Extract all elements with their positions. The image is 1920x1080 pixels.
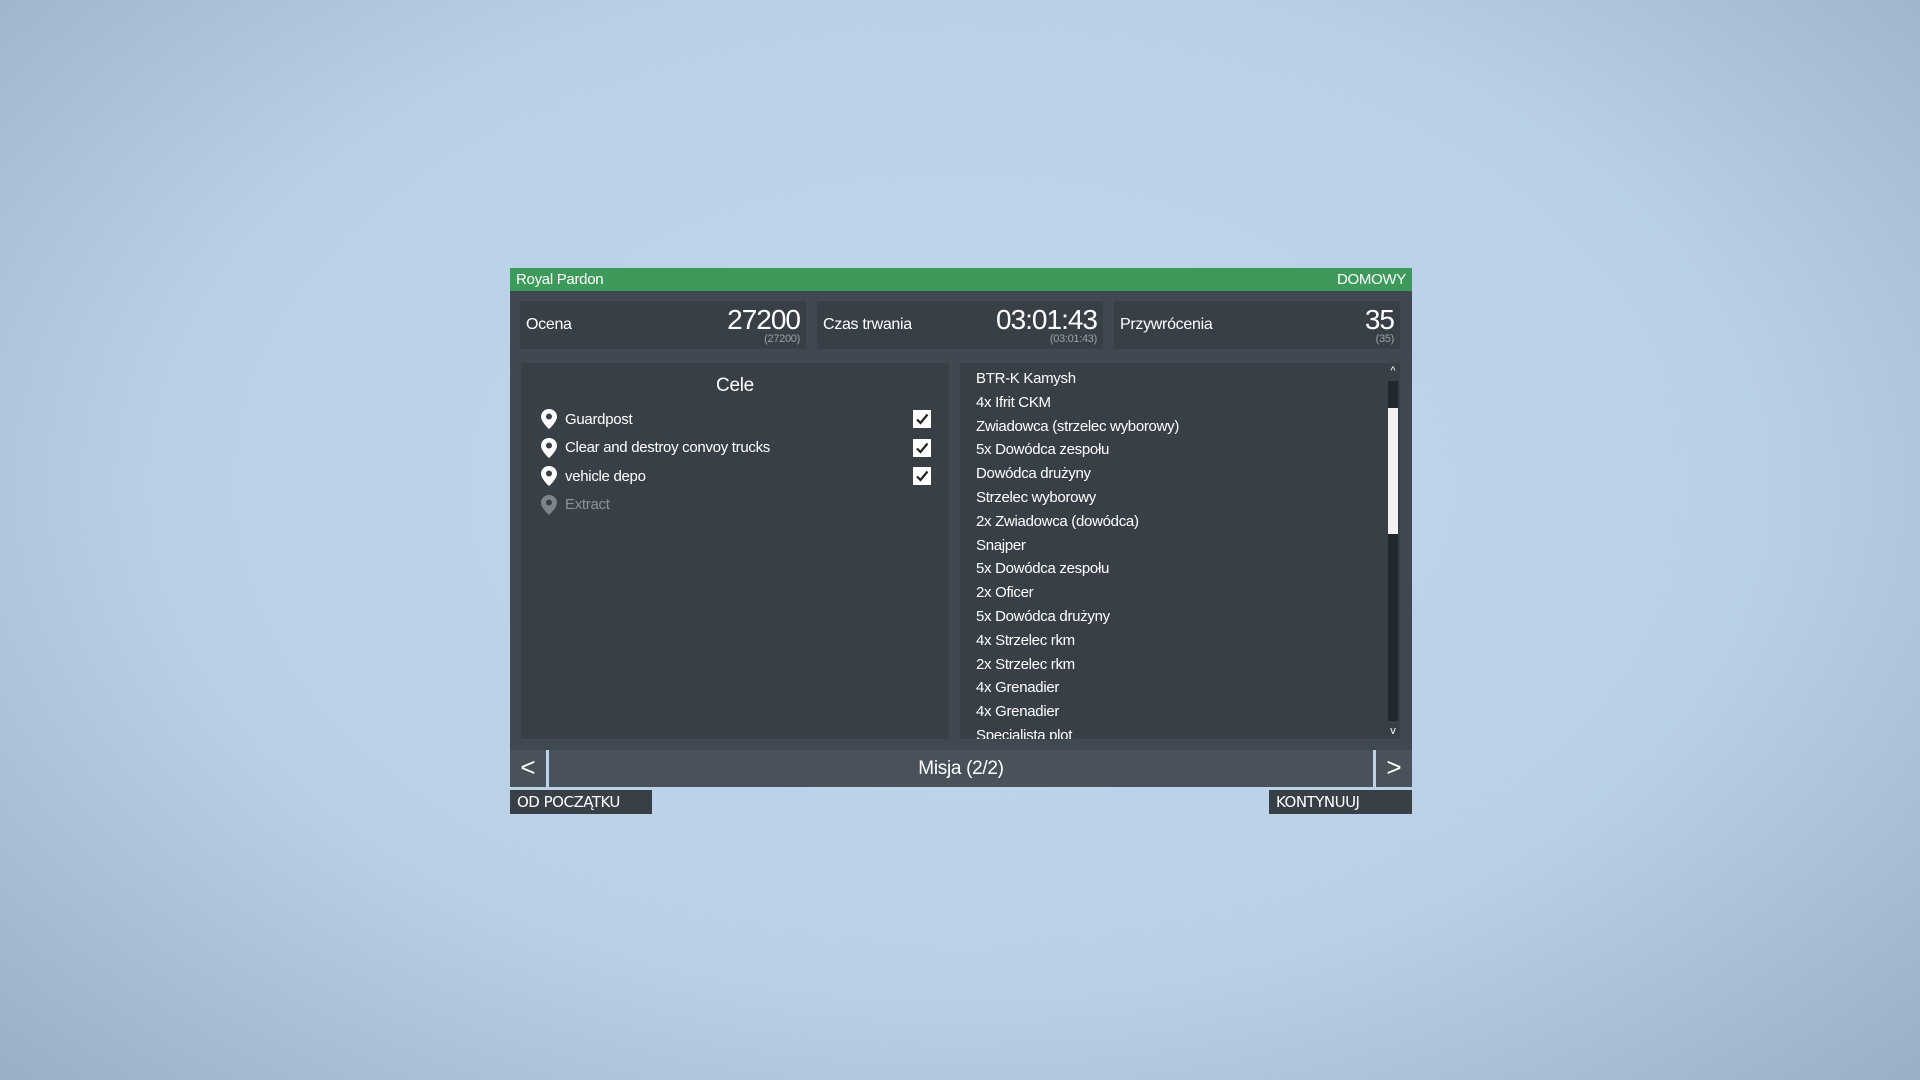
scroll-track[interactable] xyxy=(1388,381,1398,721)
unit-list-item: 4x Grenadier xyxy=(976,679,1060,697)
units-scrollbar[interactable]: ^ v xyxy=(1386,363,1400,739)
scroll-thumb[interactable] xyxy=(1388,408,1398,534)
respawns-stat: Przywrócenia 35 (35) xyxy=(1114,301,1400,349)
unit-list-item: 4x Ifrit CKM xyxy=(976,393,1051,411)
unit-list-item: 5x Dowódca zespołu xyxy=(976,560,1110,578)
next-mission-button[interactable]: > xyxy=(1376,750,1412,787)
objective-item: Extract xyxy=(541,493,931,517)
mission-counter: Misja (2/2) xyxy=(549,750,1373,787)
respawns-value: 35 xyxy=(1364,304,1395,335)
continue-button[interactable]: KONTYNUUJ xyxy=(1269,790,1412,814)
game-mode: DOMOWY xyxy=(1336,271,1406,288)
duration-sub: (03:01:43) xyxy=(1049,333,1097,345)
score-value: 27200 xyxy=(727,304,801,335)
duration-value: 03:01:43 xyxy=(996,304,1098,335)
duration-stat: Czas trwania 03:01:43 (03:01:43) xyxy=(817,301,1103,349)
objective-label: Clear and destroy convoy trucks xyxy=(565,439,770,456)
unit-list-item: 2x Zwiadowca (dowódca) xyxy=(976,512,1139,530)
objective-label: vehicle depo xyxy=(565,467,646,485)
objective-item: Guardpost xyxy=(541,407,931,431)
objective-item: vehicle depo xyxy=(541,464,931,488)
unit-list-item: 4x Strzelec rkm xyxy=(976,631,1075,649)
unit-list-item: Strzelec wyborowy xyxy=(976,488,1096,506)
objectives-title: Cele xyxy=(716,375,754,396)
scroll-down-button[interactable]: v xyxy=(1386,723,1400,739)
checkbox-checked-icon xyxy=(913,467,931,485)
restart-button[interactable]: OD POCZĄTKU xyxy=(510,790,652,814)
objective-label: Guardpost xyxy=(565,410,633,428)
score-stat: Ocena 27200 (27200) xyxy=(520,301,806,349)
unit-list-item: BTR-K Kamysh xyxy=(976,370,1076,387)
unit-list-item: Specjalista plot xyxy=(976,726,1073,739)
unit-list-item: 4x Grenadier xyxy=(976,703,1060,721)
units-list: BTR-K Kamysh 4x Ifrit CKM Zwiadowca (strze… xyxy=(976,367,1179,739)
dialog-body: Ocena 27200 (27200) Czas trwania 03:01:4… xyxy=(510,291,1412,750)
unit-list-item: Snajper xyxy=(976,536,1026,554)
respawns-label: Przywrócenia xyxy=(1120,316,1213,333)
scroll-up-button[interactable]: ^ xyxy=(1386,363,1400,379)
map-pin-icon xyxy=(541,437,557,458)
checkbox-checked-icon xyxy=(913,438,931,457)
units-panel[interactable]: BTR-K Kamysh 4x Ifrit CKM Zwiadowca (strze… xyxy=(960,363,1400,739)
unit-list-item: Dowódca drużyny xyxy=(976,465,1091,483)
objective-label: Extract xyxy=(565,496,610,513)
map-pin-icon xyxy=(541,494,557,515)
respawns-sub: (35) xyxy=(1375,333,1395,345)
map-pin-icon xyxy=(541,409,557,429)
mission-title: Royal Pardon xyxy=(516,271,604,288)
prev-mission-button[interactable]: < xyxy=(510,750,546,787)
unit-list-item: 5x Dowódca drużyny xyxy=(976,607,1110,625)
score-label: Ocena xyxy=(526,316,572,333)
mission-navigation: < Misja (2/2) > xyxy=(510,750,1412,787)
duration-label: Czas trwania xyxy=(823,316,912,333)
title-bar: Royal Pardon DOMOWY xyxy=(510,268,1412,291)
objectives-panel: Cele Guardpost Clear and destroy convoy t… xyxy=(521,363,949,739)
objective-item: Clear and destroy convoy trucks xyxy=(541,436,931,460)
score-sub: (27200) xyxy=(764,333,800,345)
checkbox-checked-icon xyxy=(913,410,931,428)
unit-list-item: 5x Dowódca zespołu xyxy=(976,441,1110,459)
mission-summary-dialog: Royal Pardon DOMOWY Ocena 27200 (27200) … xyxy=(510,268,1412,814)
unit-list-item: 2x Strzelec rkm xyxy=(976,655,1075,673)
unit-list-item: Zwiadowca (strzelec wyborowy) xyxy=(976,417,1180,435)
map-pin-icon xyxy=(541,466,557,486)
unit-list-item: 2x Oficer xyxy=(976,584,1034,602)
